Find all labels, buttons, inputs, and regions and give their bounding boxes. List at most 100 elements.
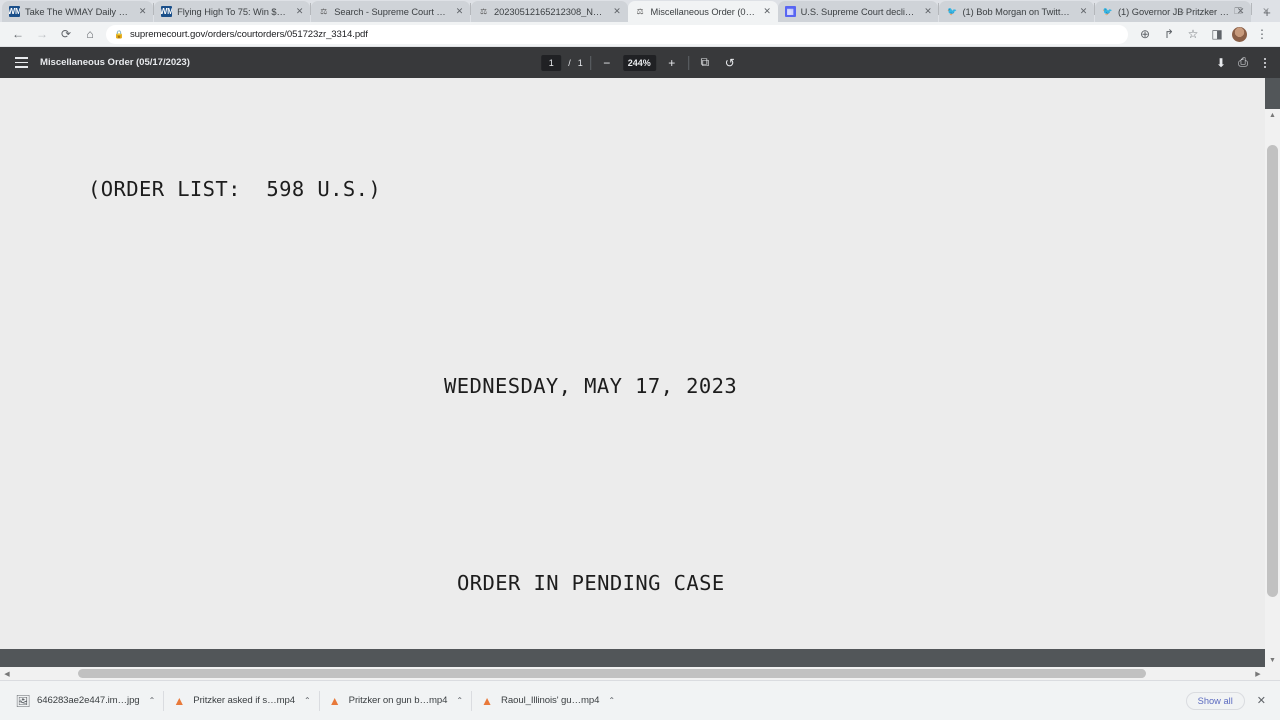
tab-close-icon[interactable]: ✕	[453, 5, 466, 18]
kebab-dots	[1264, 57, 1266, 68]
tab-close-icon[interactable]: ✕	[1077, 5, 1090, 18]
back-icon[interactable]: ←	[6, 23, 30, 45]
browser-tab-5[interactable]: ▦ U.S. Supreme Court declin… ✕	[777, 1, 939, 22]
chevron-up-icon[interactable]: ⌃	[149, 696, 156, 705]
zoom-out-button[interactable]: −	[598, 54, 616, 72]
chevron-up-icon[interactable]: ⌃	[456, 696, 463, 705]
chrome-menu-icon[interactable]: ⋮	[1250, 23, 1274, 45]
page-number-input[interactable]: 1	[541, 54, 562, 71]
rotate-icon[interactable]: ↺	[721, 54, 739, 72]
navigation-toolbar: ← → ⟳ ⌂ 🔒 supremecourt.gov/orders/courto…	[0, 22, 1280, 47]
scrollbar-corner	[1265, 667, 1280, 680]
window-controls: ⌄ — ❐ ✕	[1168, 0, 1280, 22]
home-icon[interactable]: ⌂	[78, 23, 102, 45]
msn-favicon: ▦	[784, 6, 796, 17]
tab-close-icon[interactable]: ✕	[611, 5, 624, 18]
vertical-scrollbar-thumb[interactable]	[1267, 145, 1278, 597]
download-item-name: Raoul_Illinois' gu…mp4	[501, 695, 600, 706]
browser-tab-1[interactable]: WM Flying High To 75: Win $7… ✕	[154, 1, 311, 22]
twitter-favicon: 🐦	[1102, 6, 1113, 16]
pdf-document-title: Miscellaneous Order (05/17/2023)	[40, 57, 190, 68]
pdf-sidebar-toggle-icon[interactable]	[8, 50, 34, 76]
forward-icon[interactable]: →	[30, 23, 54, 45]
tab-close-icon[interactable]: ✕	[293, 5, 306, 18]
video-file-icon: ▲	[328, 693, 341, 708]
toolbar-divider	[687, 55, 689, 70]
order-heading-line: ORDER IN PENDING CASE	[457, 571, 725, 595]
tab-title: Miscellaneous Order (05/1	[650, 6, 758, 17]
download-item-name: Pritzker asked if s…mp4	[193, 695, 295, 706]
order-date-line: WEDNESDAY, MAY 17, 2023	[444, 374, 738, 398]
tab-close-icon[interactable]: ✕	[921, 5, 934, 18]
image-file-icon: 🖼	[15, 693, 31, 708]
download-item[interactable]: ▲ Pritzker on gun b…mp4 ⌃	[320, 687, 471, 715]
address-bar-url: supremecourt.gov/orders/courtorders/0517…	[129, 28, 368, 40]
pdf-page-controls: 1 / 1 − 244% + ⧉ ↺	[541, 54, 739, 72]
pdf-toolbar: Miscellaneous Order (05/17/2023) 1 / 1 −…	[0, 47, 1280, 78]
print-icon[interactable]: ⎙	[1234, 54, 1252, 72]
page-separator: /	[568, 57, 571, 68]
toolbar-divider	[589, 55, 591, 70]
browser-tab-3[interactable]: ⚖ 20230512165212308_NA… ✕	[471, 1, 628, 22]
download-item-name: 646283ae2e447.im…jpg	[37, 695, 140, 706]
side-panel-icon[interactable]: ◨	[1205, 23, 1229, 45]
supreme-court-seal-favicon: ⚖	[479, 6, 488, 16]
scroll-left-arrow-icon[interactable]: ◀	[0, 667, 14, 680]
close-shelf-icon[interactable]: ✕	[1251, 694, 1272, 707]
download-item-name: Pritzker on gun b…mp4	[348, 695, 448, 706]
tab-close-icon[interactable]: ✕	[761, 5, 774, 18]
tab-search-icon[interactable]: ⌄	[1168, 0, 1196, 22]
vertical-scrollbar[interactable]: ▲ ▼	[1265, 109, 1280, 667]
tab-close-icon[interactable]: ✕	[136, 5, 149, 18]
share-icon[interactable]: ↱	[1157, 23, 1181, 45]
browser-tab-2[interactable]: ⚖ Search - Supreme Court o… ✕	[311, 1, 471, 22]
scroll-right-arrow-icon[interactable]: ▶	[1251, 667, 1265, 680]
browser-tab-0[interactable]: WM Take The WMAY Daily Poll ✕	[2, 1, 154, 22]
address-bar[interactable]: 🔒 supremecourt.gov/orders/courtorders/05…	[106, 24, 1128, 44]
tab-title: 20230512165212308_NA…	[494, 6, 608, 17]
show-all-downloads-button[interactable]: Show all	[1185, 691, 1245, 710]
scroll-up-arrow-icon[interactable]: ▲	[1265, 109, 1280, 122]
news-favicon: WM	[161, 6, 173, 17]
tab-title: Flying High To 75: Win $7…	[177, 6, 291, 17]
reload-icon[interactable]: ⟳	[54, 23, 78, 45]
twitter-favicon: 🐦	[946, 6, 957, 16]
chevron-up-icon[interactable]: ⌃	[304, 696, 311, 705]
order-list-line: (ORDER LIST: 598 U.S.)	[88, 177, 382, 201]
close-window-button[interactable]: ✕	[1252, 0, 1280, 22]
pdf-page-1: (ORDER LIST: 598 U.S.) WEDNESDAY, MAY 17…	[0, 78, 1265, 649]
download-item[interactable]: ▲ Raoul_Illinois' gu…mp4 ⌃	[472, 687, 623, 715]
supreme-court-seal-favicon: ⚖	[636, 6, 644, 16]
video-file-icon: ▲	[481, 693, 493, 708]
browser-window: WM Take The WMAY Daily Poll ✕ WM Flying …	[0, 0, 1280, 720]
pdf-more-options-icon[interactable]	[1256, 54, 1274, 72]
page-total: 1	[577, 57, 583, 68]
horizontal-scrollbar[interactable]: ◀ ▶	[0, 667, 1265, 680]
maximize-button[interactable]: ❐	[1224, 0, 1252, 22]
video-file-icon: ▲	[173, 693, 186, 708]
minimize-button[interactable]: —	[1196, 0, 1224, 22]
zoom-level-display[interactable]: 244%	[622, 54, 656, 71]
download-icon[interactable]: ⬇	[1212, 54, 1230, 72]
supreme-court-seal-favicon: ⚖	[320, 6, 328, 16]
tab-title: Take The WMAY Daily Poll	[25, 6, 134, 17]
chevron-up-icon[interactable]: ⌃	[608, 696, 615, 705]
tab-title: U.S. Supreme Court declin…	[800, 6, 919, 17]
zoom-icon[interactable]: ⊕	[1133, 23, 1157, 45]
pdf-scroll-container[interactable]: (ORDER LIST: 598 U.S.) WEDNESDAY, MAY 17…	[0, 78, 1280, 680]
download-item[interactable]: ▲ Pritzker asked if s…mp4 ⌃	[164, 687, 318, 715]
download-item[interactable]: 🖼 646283ae2e447.im…jpg ⌃	[8, 687, 163, 715]
bookmark-star-icon[interactable]: ☆	[1181, 23, 1205, 45]
tab-title: (1) Bob Morgan on Twitte…	[962, 6, 1075, 17]
fit-to-page-icon[interactable]: ⧉	[696, 54, 714, 72]
horizontal-scrollbar-thumb[interactable]	[78, 669, 1146, 678]
browser-tab-6[interactable]: 🐦 (1) Bob Morgan on Twitte… ✕	[939, 1, 1095, 22]
browser-tab-4-active[interactable]: ⚖ Miscellaneous Order (05/1 ✕	[627, 1, 778, 22]
lock-icon: 🔒	[114, 29, 124, 39]
pdf-toolbar-actions: ⬇ ⎙	[1212, 54, 1274, 72]
profile-avatar[interactable]	[1232, 26, 1247, 42]
shelf-actions: Show all ✕	[1185, 691, 1272, 710]
download-shelf: 🖼 646283ae2e447.im…jpg ⌃ ▲ Pritzker aske…	[0, 680, 1280, 720]
scroll-down-arrow-icon[interactable]: ▼	[1265, 654, 1280, 667]
zoom-in-button[interactable]: +	[663, 54, 681, 72]
